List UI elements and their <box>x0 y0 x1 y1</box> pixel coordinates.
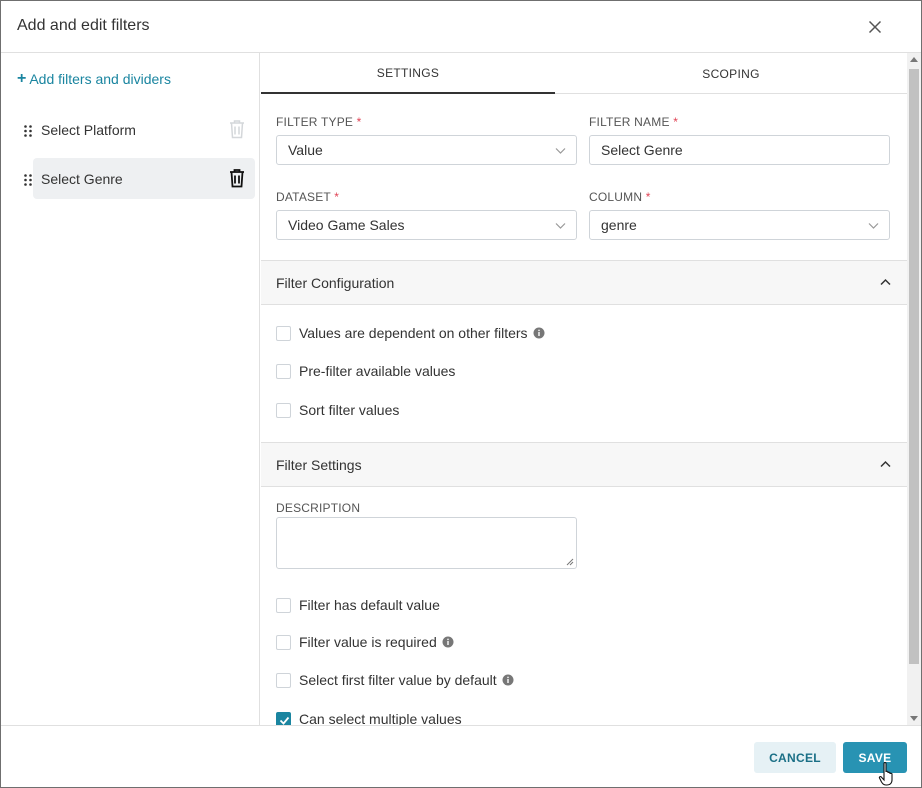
add-edit-filters-modal: Add and edit filters + Add filters and d… <box>0 0 922 788</box>
filter-name-label-text: FILTER NAME <box>589 115 670 129</box>
sidebar-item-label: Select Platform <box>41 121 136 138</box>
section-title: Filter Settings <box>276 457 362 473</box>
filter-type-select[interactable]: Value <box>276 135 577 165</box>
checkbox[interactable] <box>276 325 291 341</box>
column-value: genre <box>601 217 637 233</box>
filter-name-value: Select Genre <box>601 142 683 158</box>
drag-handle-icon[interactable] <box>23 124 33 138</box>
pre-filter-checkbox-row[interactable]: Pre-filter available values <box>276 363 455 379</box>
value-required-checkbox-row[interactable]: Filter value is required <box>276 634 454 650</box>
chevron-down-icon <box>555 223 566 229</box>
chevron-down-icon <box>868 223 879 229</box>
description-label: DESCRIPTION <box>276 501 361 515</box>
description-textarea[interactable] <box>276 517 577 569</box>
column-select[interactable]: genre <box>589 210 890 240</box>
checkmark-icon <box>279 716 290 725</box>
checkbox[interactable] <box>276 672 291 688</box>
trash-icon[interactable] <box>228 168 246 188</box>
info-icon[interactable] <box>442 636 454 648</box>
filter-type-value: Value <box>288 142 323 158</box>
dataset-label: DATASET * <box>276 190 339 204</box>
sidebar-item-select-platform[interactable]: Select Platform <box>33 109 255 150</box>
chevron-up-icon <box>880 460 891 468</box>
checkbox-label: Filter has default value <box>299 597 440 613</box>
filter-name-input[interactable]: Select Genre <box>589 135 890 165</box>
scroll-down-arrow-icon[interactable] <box>910 716 918 721</box>
info-icon[interactable] <box>502 674 514 686</box>
dataset-value: Video Game Sales <box>288 217 405 233</box>
sidebar-item-select-genre[interactable]: Select Genre <box>33 158 255 199</box>
sort-filter-values-checkbox-row[interactable]: Sort filter values <box>276 402 399 418</box>
tab-bar: SETTINGS SCOPING <box>261 53 907 94</box>
filters-sidebar: + Add filters and dividers Select Platfo… <box>1 53 260 725</box>
modal-title: Add and edit filters <box>17 17 150 34</box>
modal-header: Add and edit filters <box>1 1 921 53</box>
filter-settings-header[interactable]: Filter Settings <box>261 442 907 487</box>
add-filters-and-dividers-button[interactable]: + Add filters and dividers <box>17 70 171 88</box>
filter-name-label: FILTER NAME * <box>589 115 678 129</box>
resize-handle-icon[interactable] <box>566 558 574 566</box>
required-mark: * <box>645 190 651 204</box>
required-mark: * <box>334 190 340 204</box>
checkbox-label: Pre-filter available values <box>299 363 456 379</box>
trash-icon[interactable] <box>228 119 246 139</box>
checkbox-label: Values are dependent on other filters <box>299 325 528 341</box>
close-button[interactable] <box>863 15 887 39</box>
chevron-down-icon <box>555 148 566 154</box>
checkbox[interactable] <box>276 634 291 650</box>
dataset-label-text: DATASET <box>276 190 331 204</box>
values-dependent-checkbox-row[interactable]: Values are dependent on other filters <box>276 325 545 341</box>
checkbox[interactable] <box>276 402 291 418</box>
close-icon <box>868 20 882 34</box>
sidebar-item-label: Select Genre <box>41 170 123 187</box>
tab-scoping[interactable]: SCOPING <box>555 53 907 94</box>
checkbox-label: Sort filter values <box>299 402 400 418</box>
plus-icon: + <box>17 70 27 87</box>
tab-settings[interactable]: SETTINGS <box>261 53 555 94</box>
add-filters-label: Add filters and dividers <box>29 71 171 87</box>
required-mark: * <box>673 115 679 129</box>
checkbox[interactable] <box>276 363 291 379</box>
filter-type-label: FILTER TYPE * <box>276 115 362 129</box>
checkbox-label: Select first filter value by default <box>299 672 497 688</box>
scrollbar[interactable] <box>907 53 921 725</box>
default-value-checkbox-row[interactable]: Filter has default value <box>276 597 440 613</box>
column-label-text: COLUMN <box>589 190 643 204</box>
checkbox-label: Filter value is required <box>299 634 437 650</box>
dataset-select[interactable]: Video Game Sales <box>276 210 577 240</box>
filter-type-label-text: FILTER TYPE <box>276 115 354 129</box>
section-title: Filter Configuration <box>276 275 395 291</box>
filter-configuration-header[interactable]: Filter Configuration <box>261 260 907 305</box>
scrollbar-thumb[interactable] <box>909 69 919 664</box>
info-icon[interactable] <box>533 327 545 339</box>
chevron-up-icon <box>880 278 891 286</box>
checkbox[interactable] <box>276 597 291 613</box>
select-first-value-checkbox-row[interactable]: Select first filter value by default <box>276 672 514 688</box>
required-mark: * <box>356 115 362 129</box>
drag-handle-icon[interactable] <box>23 173 33 187</box>
modal-footer: CANCEL SAVE <box>1 725 921 787</box>
hand-pointer-cursor-icon <box>878 762 893 786</box>
column-label: COLUMN * <box>589 190 651 204</box>
cancel-button[interactable]: CANCEL <box>754 742 836 773</box>
scroll-up-arrow-icon[interactable] <box>910 57 918 62</box>
